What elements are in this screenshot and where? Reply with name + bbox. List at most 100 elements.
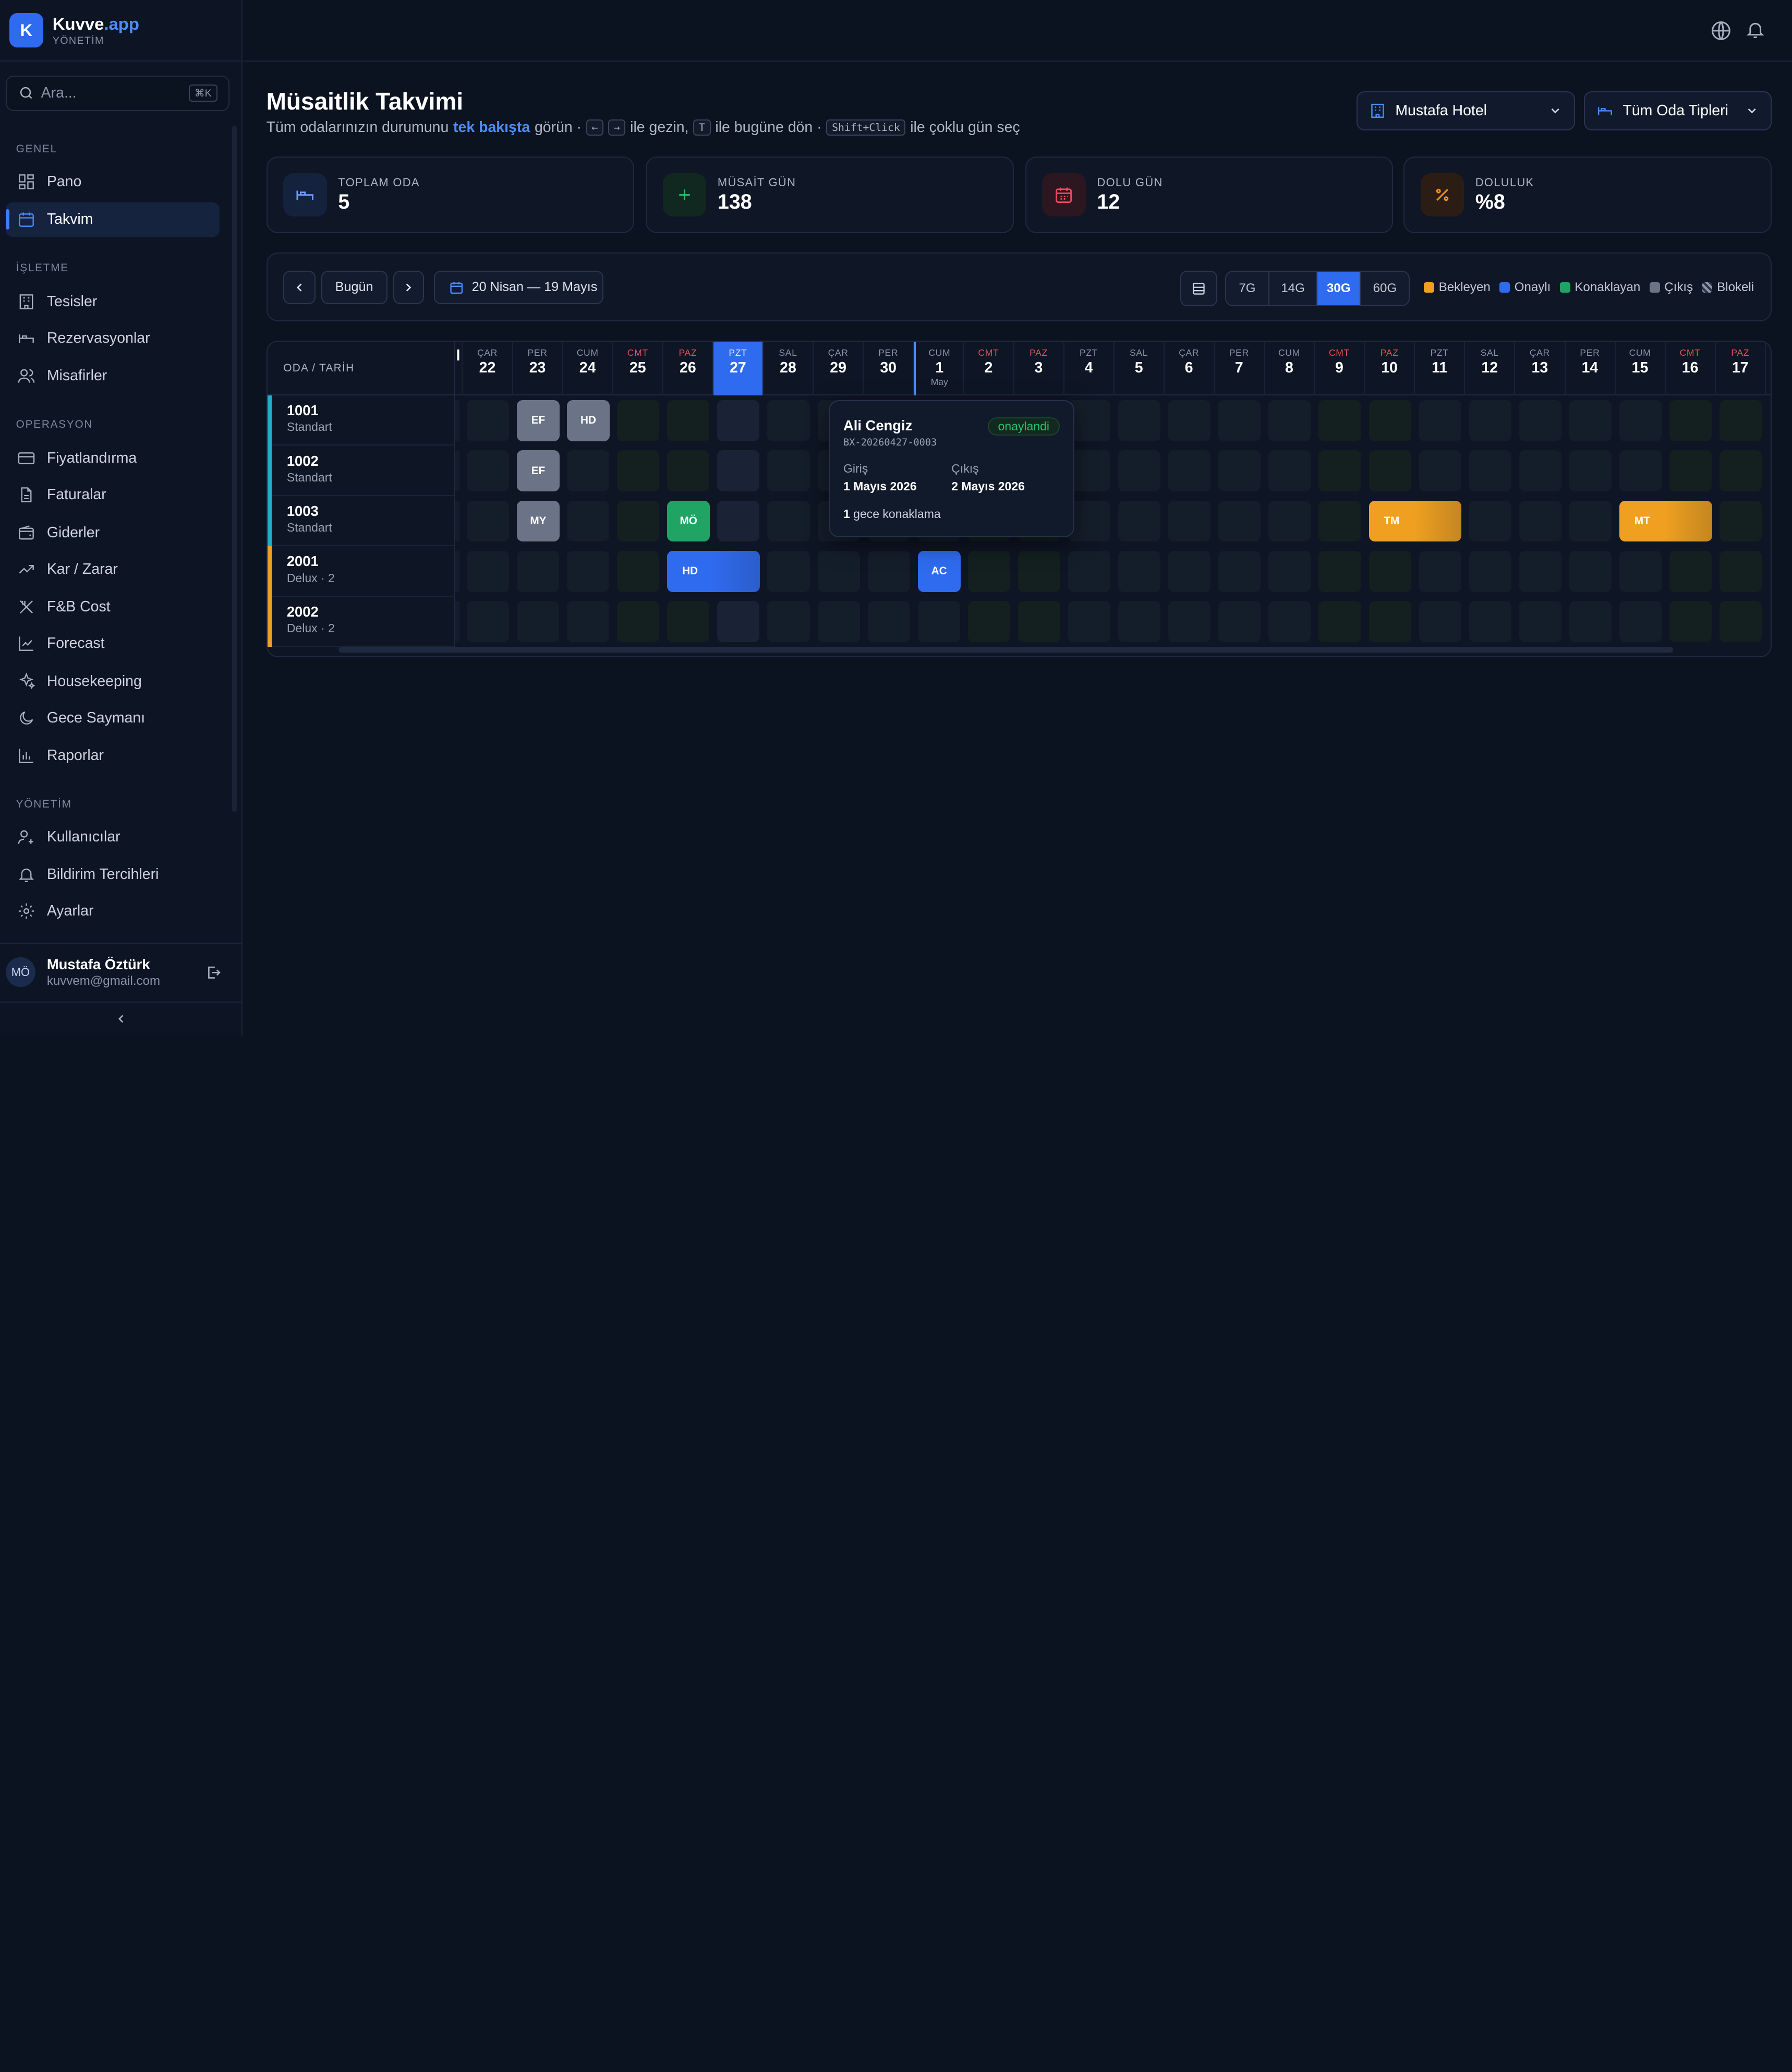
today-button[interactable]: Bugün	[321, 271, 388, 304]
calendar-cell[interactable]	[1318, 450, 1361, 492]
sidebar-item-rezervasyonlar[interactable]: Rezervasyonlar	[6, 321, 220, 356]
day-header-9[interactable]: PER 30	[864, 342, 914, 395]
calendar-cell[interactable]	[1569, 450, 1612, 492]
day-header-25[interactable]: CMT 16	[1665, 342, 1716, 395]
calendar-cell[interactable]	[767, 450, 810, 492]
calendar-cell[interactable]	[1419, 601, 1461, 643]
day-header-26[interactable]: PAZ 17	[1715, 342, 1766, 395]
booking-block-cikis[interactable]: EF	[517, 400, 560, 441]
calendar-cell[interactable]	[1118, 601, 1161, 643]
calendar-cell[interactable]	[1720, 450, 1762, 492]
hotel-select[interactable]: Mustafa Hotel	[1357, 91, 1575, 130]
sidebar-item-ayarlar[interactable]: Ayarlar	[6, 894, 220, 929]
calendar-cell[interactable]	[817, 551, 860, 592]
calendar-cell[interactable]	[1118, 450, 1161, 492]
calendar-cell[interactable]	[1720, 500, 1762, 542]
calendar-cell[interactable]	[617, 601, 660, 643]
compact-view-button[interactable]	[1180, 271, 1217, 307]
day-header-18[interactable]: CMT 9	[1315, 342, 1365, 395]
sidebar-item-misafirler[interactable]: Misafirler	[6, 359, 220, 393]
bell-icon[interactable]	[1745, 19, 1765, 40]
day-header-7[interactable]: SAL 28	[764, 342, 814, 395]
calendar-cell[interactable]	[454, 500, 459, 542]
booking-block-cikis[interactable]: MY	[517, 500, 560, 542]
sidebar-item-karzarar[interactable]: Kar / Zarar	[6, 552, 220, 586]
day-header-3[interactable]: CUM 24	[563, 342, 613, 395]
booking-block-cikis[interactable]: HD	[567, 400, 610, 441]
calendar-cell[interactable]	[454, 601, 459, 643]
calendar-cell[interactable]	[1168, 551, 1211, 592]
calendar-cell[interactable]	[1068, 601, 1111, 643]
sidebar-item-pano[interactable]: Pano	[6, 165, 220, 199]
calendar-cell[interactable]	[617, 450, 660, 492]
calendar-cell[interactable]	[1168, 400, 1211, 441]
calendar-cell[interactable]	[1669, 450, 1712, 492]
calendar-cell[interactable]	[1569, 551, 1612, 592]
day-header-8[interactable]: ÇAR 29	[814, 342, 864, 395]
view-60g[interactable]: 60G	[1361, 272, 1409, 306]
calendar-cell[interactable]	[1318, 400, 1361, 441]
calendar-cell[interactable]	[1168, 500, 1211, 542]
sidebar-item-housekeeping[interactable]: Housekeeping	[6, 664, 220, 698]
calendar-cell[interactable]	[1218, 551, 1261, 592]
calendar-cell[interactable]	[1118, 400, 1161, 441]
calendar-cell[interactable]	[1369, 450, 1411, 492]
calendar-cell[interactable]	[617, 400, 660, 441]
calendar-cell[interactable]	[1068, 400, 1111, 441]
sidebar-item-faturalar[interactable]: Faturalar	[6, 478, 220, 512]
calendar-cell[interactable]	[767, 400, 810, 441]
calendar-cell[interactable]	[1268, 450, 1311, 492]
calendar-cell[interactable]	[1619, 601, 1662, 643]
calendar-cell[interactable]	[717, 601, 760, 643]
calendar-cell[interactable]	[667, 450, 710, 492]
calendar-cell[interactable]	[466, 500, 509, 542]
calendar-cell[interactable]	[1419, 450, 1461, 492]
calendar-cell[interactable]	[567, 601, 610, 643]
calendar-cell[interactable]	[1469, 450, 1511, 492]
next-button[interactable]	[393, 271, 424, 304]
calendar-cell[interactable]	[567, 450, 610, 492]
calendar-cell[interactable]	[454, 450, 459, 492]
calendar-cell[interactable]	[1519, 551, 1561, 592]
calendar-cell[interactable]	[967, 551, 1010, 592]
date-range-button[interactable]: 20 Nisan — 19 Mayıs	[434, 271, 603, 304]
room-row-2001[interactable]: 2001 Delux · 2	[267, 546, 455, 597]
calendar-cell[interactable]	[466, 450, 509, 492]
booking-block-onayli[interactable]: HD	[667, 551, 760, 592]
calendar-cell[interactable]	[1619, 551, 1662, 592]
calendar-cell[interactable]	[454, 400, 459, 441]
day-header-4[interactable]: CMT 25	[613, 342, 663, 395]
calendar-cell[interactable]	[867, 601, 910, 643]
sidebar-item-bildirim[interactable]: Bildirim Tercihleri	[6, 857, 220, 892]
calendar-cell[interactable]	[1519, 601, 1561, 643]
prev-button[interactable]	[283, 271, 316, 304]
calendar-cell[interactable]	[767, 551, 810, 592]
view-30g[interactable]: 30G	[1317, 272, 1361, 306]
calendar-cell[interactable]	[1720, 601, 1762, 643]
calendar-cell[interactable]	[1369, 400, 1411, 441]
calendar-cell[interactable]	[1569, 400, 1612, 441]
calendar-cell[interactable]	[1720, 400, 1762, 441]
booking-block-onayli[interactable]: AC	[917, 551, 961, 592]
calendar-cell[interactable]	[1720, 551, 1762, 592]
calendar-cell[interactable]	[1519, 450, 1561, 492]
calendar-cell[interactable]	[967, 601, 1010, 643]
room-row-2002[interactable]: 2002 Delux · 2	[267, 596, 455, 647]
calendar-cell[interactable]	[767, 500, 810, 542]
day-header-5[interactable]: PAZ 26	[663, 342, 714, 395]
calendar-cell[interactable]	[717, 400, 760, 441]
calendar-cell[interactable]	[1168, 601, 1211, 643]
calendar-cell[interactable]	[1318, 551, 1361, 592]
calendar-cell[interactable]	[1018, 551, 1060, 592]
calendar-cell[interactable]	[1619, 450, 1662, 492]
calendar-cell[interactable]	[1469, 400, 1511, 441]
booking-block-bekleyen[interactable]: TM	[1369, 500, 1462, 542]
day-header-12[interactable]: PAZ 3	[1014, 342, 1064, 395]
calendar-cell[interactable]	[466, 551, 509, 592]
calendar-cell[interactable]	[1218, 500, 1261, 542]
sidebar-item-giderler[interactable]: Giderler	[6, 515, 220, 550]
calendar-cell[interactable]	[1218, 400, 1261, 441]
day-header-1[interactable]: ÇAR 22	[463, 342, 513, 395]
calendar-cell[interactable]	[466, 601, 509, 643]
calendar-cell[interactable]	[617, 500, 660, 542]
